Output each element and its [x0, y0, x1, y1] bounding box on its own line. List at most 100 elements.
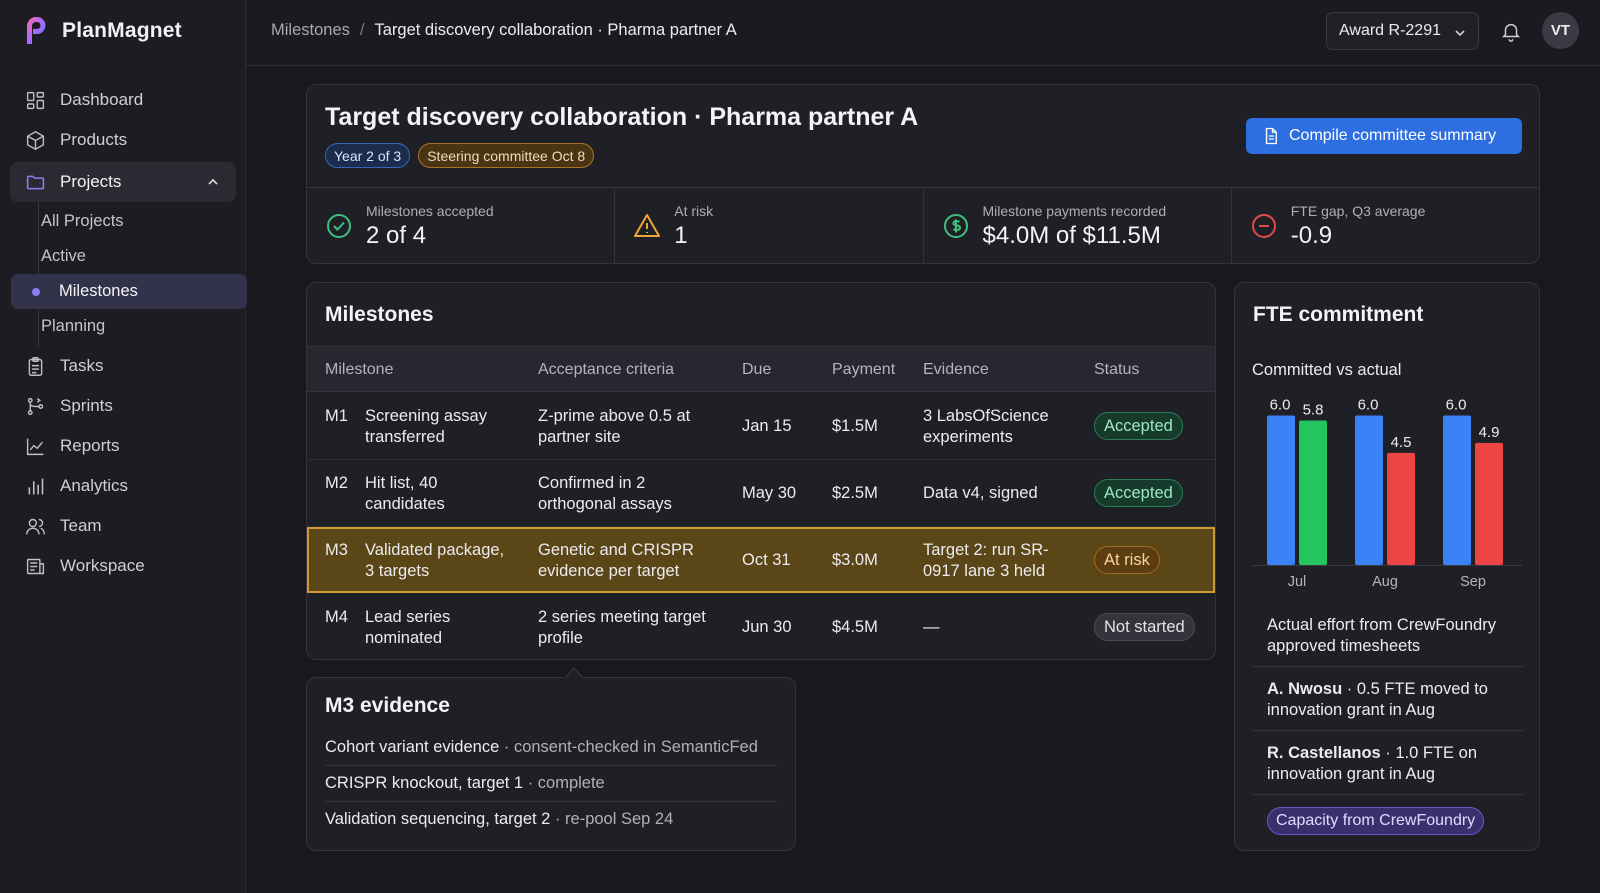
chevron-up-icon[interactable]: [206, 175, 220, 189]
payment: $2.5M: [832, 484, 878, 502]
due-date: Oct 31: [742, 551, 791, 569]
column-header[interactable]: Milestone: [325, 361, 393, 379]
evidence-item-name: CRISPR knockout, target 1: [325, 774, 524, 792]
capacity-chip[interactable]: Capacity from CrewFoundry: [1267, 807, 1485, 835]
data-label: 6.0: [1270, 396, 1291, 413]
sidebar-item-label: Dashboard: [60, 90, 144, 109]
column-header[interactable]: Payment: [832, 361, 895, 379]
evidence-item[interactable]: Cohort variant evidence · consent-checke…: [325, 730, 777, 766]
column-header[interactable]: Due: [742, 361, 771, 379]
data-label: 4.9: [1479, 424, 1500, 441]
divider: [1252, 730, 1524, 731]
sidebar-item-projects[interactable]: Projects: [10, 162, 236, 202]
person-detail: innovation grant in Aug: [1267, 701, 1435, 719]
evidence-item[interactable]: Validation sequencing, target 2 · re-poo…: [325, 802, 777, 838]
milestone-name: Lead series: [365, 608, 451, 626]
kpi-at-risk: At risk 1: [615, 188, 924, 264]
milestone-name: candidates: [365, 495, 445, 513]
sidebar-item-products[interactable]: Products: [10, 120, 236, 160]
sidebar-item-label: Team: [60, 516, 102, 535]
table-row[interactable]: M4 Lead series nominated 2 series meetin…: [307, 594, 1215, 659]
sidebar-item-tasks[interactable]: Tasks: [10, 346, 236, 386]
subnav-all-projects[interactable]: All Projects: [11, 204, 236, 239]
acceptance-criteria: profile: [538, 629, 583, 647]
column-header[interactable]: Evidence: [923, 361, 989, 379]
git-branch-icon: [27, 397, 44, 415]
evidence-item[interactable]: CRISPR knockout, target 1 · complete: [325, 766, 777, 802]
table-row[interactable]: M2 Hit list, 40 candidates Confirmed in …: [307, 460, 1215, 527]
topbar: Milestones / Target discovery collaborat…: [246, 0, 1600, 66]
subnav-label: All Projects: [41, 212, 124, 230]
sidebar-item-dashboard[interactable]: Dashboard: [10, 80, 236, 120]
active-dot-icon: [32, 288, 40, 296]
avatar[interactable]: VT: [1542, 12, 1579, 49]
milestone-name: Validated package,: [365, 541, 505, 559]
acceptance-criteria: Z-prime above 0.5 at: [538, 407, 691, 425]
milestones-card: Milestones Milestone Acceptance criteria…: [306, 282, 1216, 660]
breadcrumb-current: Target discovery collaboration · Pharma …: [374, 21, 737, 39]
kpi-value: 2 of 4: [366, 222, 427, 249]
kpi-row: Milestones accepted 2 of 4 At risk 1 Mil…: [307, 187, 1539, 264]
column-header[interactable]: Acceptance criteria: [538, 361, 674, 379]
evidence: Target 2: run SR-: [923, 541, 1049, 559]
kpi-label: At risk: [674, 203, 714, 219]
table-row[interactable]: M1 Screening assay transferred Z-prime a…: [307, 393, 1215, 460]
person-name: A. Nwosu: [1267, 680, 1343, 698]
milestone-id: M4: [325, 608, 348, 626]
x-tick-label: Sep: [1460, 574, 1486, 590]
bar-jul-committed: [1267, 415, 1295, 565]
subnav-label: Planning: [41, 317, 106, 335]
kpi-value: $4.0M of $11.5M: [982, 222, 1161, 249]
page-title: Target discovery collaboration · Pharma …: [325, 103, 919, 131]
evidence-item-note: · complete: [527, 774, 605, 792]
evidence-item-note: · consent-checked in SemanticFed: [503, 738, 758, 756]
sidebar-item-workspace[interactable]: Workspace: [10, 546, 236, 586]
acceptance-criteria: orthogonal assays: [538, 495, 672, 513]
payment: $3.0M: [832, 551, 878, 569]
milestone-id: M3: [325, 541, 348, 559]
team-icon: [26, 518, 45, 534]
sidebar-item-analytics[interactable]: Analytics: [10, 466, 236, 506]
warning-icon: [634, 214, 661, 237]
payment: $1.5M: [832, 417, 878, 435]
project-header-card: Target discovery collaboration · Pharma …: [306, 84, 1540, 264]
planmagnet-logo-icon: [27, 17, 46, 44]
evidence: 0917 lane 3 held: [923, 562, 1046, 580]
award-select[interactable]: Award R-2291: [1326, 12, 1479, 50]
subnav-planning[interactable]: Planning: [11, 309, 236, 344]
fte-source-note: Actual effort from CrewFoundry approved …: [1267, 615, 1517, 657]
person-name: R. Castellanos: [1267, 744, 1381, 762]
evidence: Data v4, signed: [923, 484, 1038, 502]
subnav-active[interactable]: Active: [11, 239, 236, 274]
bar-jul-actual: [1299, 420, 1327, 565]
column-header[interactable]: Status: [1094, 361, 1139, 379]
table-header: Milestone Acceptance criteria Due Paymen…: [307, 346, 1215, 392]
bell-icon[interactable]: [1500, 20, 1522, 42]
divider: [1252, 794, 1524, 795]
subnav-label: Active: [41, 247, 86, 265]
bar-sep-actual: [1475, 442, 1503, 565]
due-date: May 30: [742, 484, 797, 502]
subnav-label: Milestones: [59, 282, 138, 300]
milestone-name: Screening assay: [365, 407, 487, 425]
person-detail: · 0.5 FTE moved to: [1342, 680, 1488, 698]
compile-committee-summary-button[interactable]: Compile committee summary: [1246, 118, 1522, 154]
folder-icon: [26, 175, 45, 189]
sidebar-item-label: Tasks: [60, 356, 104, 375]
breadcrumb-milestones-link[interactable]: Milestones: [271, 21, 350, 40]
milestone-id: M1: [325, 407, 348, 425]
sidebar-item-sprints[interactable]: Sprints: [10, 386, 236, 426]
evidence: experiments: [923, 428, 1013, 446]
x-tick-label: Aug: [1372, 574, 1398, 590]
breadcrumb-separator: /: [359, 21, 365, 39]
subnav-milestones[interactable]: Milestones: [11, 274, 247, 309]
acceptance-criteria: Genetic and CRISPR: [538, 541, 694, 559]
sidebar-item-team[interactable]: Team: [10, 506, 236, 546]
data-label: 5.8: [1303, 401, 1324, 418]
milestone-name: transferred: [365, 428, 445, 446]
check-circle-icon: [327, 214, 351, 238]
sidebar-item-reports[interactable]: Reports: [10, 426, 236, 466]
table-row-selected[interactable]: M3 Validated package, 3 targets Genetic …: [307, 527, 1215, 593]
line-chart-icon: [26, 438, 44, 455]
brand[interactable]: PlanMagnet: [22, 16, 182, 46]
